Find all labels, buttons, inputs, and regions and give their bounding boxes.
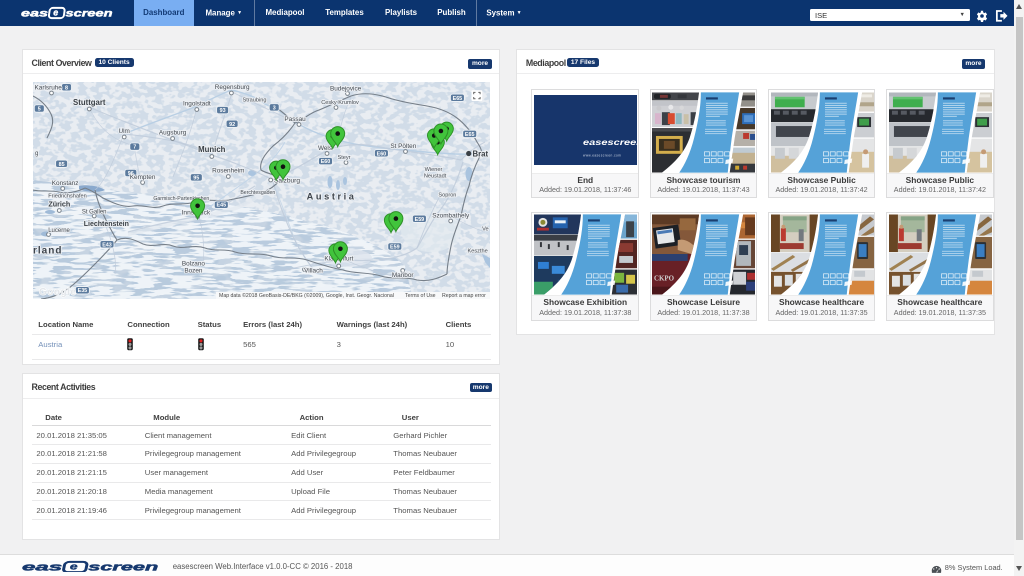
svg-text:Passau: Passau (285, 116, 307, 123)
svg-text:8: 8 (65, 86, 68, 92)
svg-text:Berchtesgaden: Berchtesgaden (241, 190, 276, 196)
svg-text:Keszthe: Keszthe (468, 249, 488, 255)
svg-text:E60: E60 (377, 152, 387, 158)
svg-text:7: 7 (134, 145, 137, 151)
svg-text:Ve: Ve (482, 227, 489, 233)
svg-text:Kempten: Kempten (130, 174, 156, 181)
svg-text:E60: E60 (321, 159, 331, 165)
svg-text:Stuttgart: Stuttgart (73, 98, 106, 107)
svg-text:95: 95 (194, 176, 200, 182)
svg-text:Konstanz: Konstanz (52, 180, 79, 187)
svg-text:g: g (35, 151, 38, 157)
svg-text:Regensburg: Regensburg (215, 84, 250, 91)
svg-text:eas: eas (22, 560, 63, 572)
svg-text:3: 3 (273, 106, 276, 112)
svg-text:Augsburg: Augsburg (159, 130, 187, 137)
svg-text:Cesky Krumlov: Cesky Krumlov (321, 100, 359, 106)
svg-text:Szombathely: Szombathely (433, 213, 471, 220)
svg-text:Budejovice: Budejovice (330, 86, 362, 93)
svg-text:St Gallen: St Gallen (82, 210, 107, 216)
svg-text:Bozen: Bozen (185, 268, 204, 275)
svg-text:screen: screen (66, 8, 113, 20)
svg-text:CKPO: CKPO (654, 276, 675, 283)
svg-text:Google: Google (39, 287, 76, 298)
svg-text:Ulm: Ulm (119, 128, 130, 135)
svg-text:Zürich: Zürich (49, 200, 71, 209)
svg-text:Villach: Villach (304, 268, 323, 275)
svg-text:5: 5 (38, 107, 41, 113)
svg-text:Map data ©2018 GeoBasis-DE/BKG: Map data ©2018 GeoBasis-DE/BKG (©2009), … (219, 292, 394, 299)
svg-text:Neustadt: Neustadt (424, 174, 447, 180)
svg-text:www.easescreen.com: www.easescreen.com (583, 153, 621, 157)
svg-text:Terms of Use: Terms of Use (405, 293, 436, 299)
svg-text:Austria: Austria (307, 192, 357, 202)
svg-text:E43: E43 (103, 243, 113, 249)
svg-text:eas: eas (21, 8, 48, 20)
svg-text:Brat: Brat (473, 150, 489, 159)
svg-text:93: 93 (220, 108, 226, 114)
svg-text:E65: E65 (465, 132, 475, 138)
svg-text:Munich: Munich (198, 145, 226, 154)
svg-text:Sopron: Sopron (439, 193, 457, 199)
svg-text:Straubing: Straubing (243, 98, 267, 104)
svg-text:92: 92 (229, 122, 235, 128)
svg-text:85: 85 (59, 162, 65, 168)
svg-text:Karlsruhe: Karlsruhe (35, 85, 63, 92)
svg-text:Steyr: Steyr (338, 155, 351, 161)
svg-text:Ingolstadt: Ingolstadt (183, 101, 211, 108)
svg-text:rland: rland (33, 246, 62, 257)
svg-text:easescreen: easescreen (583, 137, 637, 147)
svg-text:E35: E35 (78, 288, 88, 294)
svg-text:St Pölten: St Pölten (391, 143, 417, 150)
svg-text:Wels: Wels (318, 145, 332, 152)
svg-text:Salzburg: Salzburg (274, 178, 300, 185)
svg-text:Wiener: Wiener (425, 167, 443, 173)
svg-text:E59: E59 (415, 217, 425, 223)
svg-text:E65: E65 (453, 96, 463, 102)
svg-text:Maribor: Maribor (392, 272, 415, 279)
svg-text:e: e (70, 562, 78, 572)
svg-text:Liechtenstein: Liechtenstein (84, 221, 129, 228)
svg-text:Lucerne: Lucerne (48, 228, 70, 234)
svg-text:Bolzano: Bolzano (182, 261, 206, 268)
svg-text:E59: E59 (390, 245, 400, 251)
svg-text:E45: E45 (217, 203, 227, 209)
svg-text:Rosenheim: Rosenheim (212, 168, 244, 175)
svg-text:e: e (53, 8, 58, 18)
svg-text:Report a map error: Report a map error (442, 293, 486, 299)
svg-text:screen: screen (88, 560, 158, 572)
